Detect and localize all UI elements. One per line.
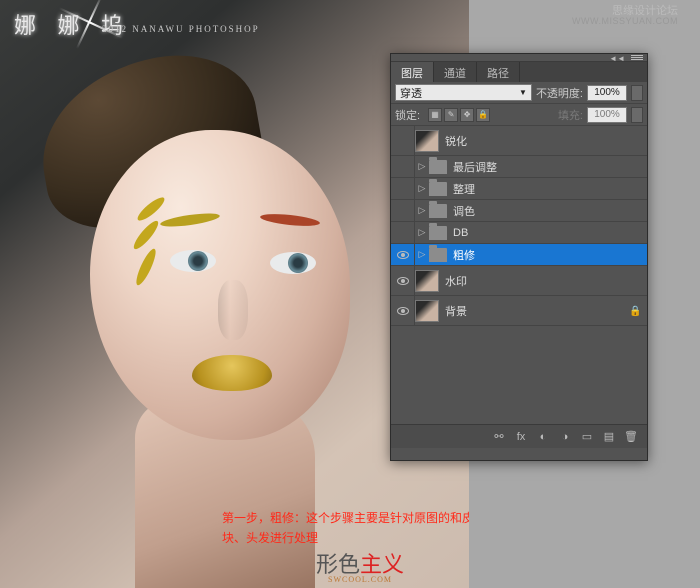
new-group-icon[interactable]: ▭ <box>579 430 595 444</box>
lock-label: 锁定: <box>395 107 420 123</box>
fill-label: 填充: <box>558 107 583 123</box>
panel-footer: ⚯ fx ◐ ◑ ▭ ▤ 🗑 <box>391 424 647 448</box>
forum-url: WWW.MISSYUAN.COM <box>572 16 678 26</box>
visibility-toggle[interactable] <box>391 266 415 295</box>
tab-channels[interactable]: 通道 <box>434 62 477 82</box>
eye-icon <box>397 277 409 285</box>
layer-name-label: DB <box>453 227 647 239</box>
panel-tabs: 图层 通道 路径 <box>391 62 647 82</box>
visibility-toggle[interactable] <box>391 296 415 325</box>
blend-mode-dropdown[interactable]: 穿透 ▼ <box>395 84 532 101</box>
layer-row[interactable]: ▷ 整理 <box>391 178 647 200</box>
layer-row[interactable]: ▷ 调色 <box>391 200 647 222</box>
layer-name-label: 整理 <box>453 181 647 197</box>
layer-row[interactable]: 锐化 <box>391 126 647 156</box>
lock-fill-row: 锁定: ▦ ✎ ✥ 🔒 填充: 100% <box>391 104 647 126</box>
lock-position-icon[interactable]: ✥ <box>460 108 474 122</box>
layers-panel: ◄◄ 图层 通道 路径 穿透 ▼ 不透明度: 100% 锁定: ▦ ✎ ✥ 🔒 … <box>390 53 648 461</box>
expand-arrow-icon[interactable]: ▷ <box>415 249 429 260</box>
opacity-slider-button[interactable] <box>631 85 643 101</box>
folder-icon <box>429 226 447 240</box>
expand-arrow-icon[interactable]: ▷ <box>415 227 429 238</box>
fill-input[interactable]: 100% <box>587 107 627 123</box>
expand-arrow-icon[interactable]: ▷ <box>415 205 429 216</box>
collapse-arrows-icon[interactable]: ◄◄ <box>609 54 625 63</box>
fill-slider-button[interactable] <box>631 107 643 123</box>
opacity-label: 不透明度: <box>536 85 583 101</box>
expand-arrow-icon[interactable]: ▷ <box>415 161 429 172</box>
layer-row[interactable]: 背景 🔒 <box>391 296 647 326</box>
watermark-subtitle: 2012 NANAWU PHOTOSHOP <box>102 24 260 34</box>
panel-menu-icon[interactable] <box>631 55 643 61</box>
bottom-logo: 形色主义 SWCOOL.COM <box>316 547 404 584</box>
layer-mask-icon[interactable]: ◐ <box>535 430 551 444</box>
layer-name-label: 最后调整 <box>453 159 647 175</box>
tutorial-caption: 第一步，粗修：这个步骤主要是针对原图的和皮肤上的斑块、头发进行处理 <box>222 508 469 549</box>
eye-icon <box>397 307 409 315</box>
visibility-toggle[interactable] <box>391 222 415 243</box>
lock-transparency-icon[interactable]: ▦ <box>428 108 442 122</box>
layer-row[interactable]: 水印 <box>391 266 647 296</box>
layer-thumbnail <box>415 130 439 152</box>
new-layer-icon[interactable]: ▤ <box>601 430 617 444</box>
lock-icon: 🔒 <box>629 306 639 316</box>
lock-pixels-icon[interactable]: ✎ <box>444 108 458 122</box>
chevron-down-icon: ▼ <box>519 88 527 97</box>
visibility-toggle[interactable] <box>391 200 415 221</box>
folder-icon <box>429 160 447 174</box>
layer-thumbnail <box>415 270 439 292</box>
layer-name-label: 背景 <box>445 303 629 319</box>
layer-style-icon[interactable]: fx <box>513 430 529 444</box>
layer-row[interactable]: ▷ DB <box>391 222 647 244</box>
layer-name-label: 水印 <box>445 273 647 289</box>
layer-row-selected[interactable]: ▷ 粗修 <box>391 244 647 266</box>
visibility-toggle[interactable] <box>391 178 415 199</box>
visibility-toggle[interactable] <box>391 126 415 155</box>
folder-icon <box>429 248 447 262</box>
panel-top-bar: ◄◄ <box>391 54 647 62</box>
blend-opacity-row: 穿透 ▼ 不透明度: 100% <box>391 82 647 104</box>
layer-name-label: 调色 <box>453 203 647 219</box>
opacity-input[interactable]: 100% <box>587 85 627 101</box>
layer-row[interactable]: ▷ 最后调整 <box>391 156 647 178</box>
folder-icon <box>429 182 447 196</box>
eye-icon <box>397 251 409 259</box>
layer-list: 锐化 ▷ 最后调整 ▷ 整理 ▷ 调色 ▷ DB ▷ <box>391 126 647 424</box>
layer-name-label: 粗修 <box>453 247 647 263</box>
link-layers-icon[interactable]: ⚯ <box>491 430 507 444</box>
blend-mode-value: 穿透 <box>400 85 422 101</box>
lock-all-icon[interactable]: 🔒 <box>476 108 490 122</box>
layer-thumbnail <box>415 300 439 322</box>
expand-arrow-icon[interactable]: ▷ <box>415 183 429 194</box>
visibility-toggle[interactable] <box>391 244 415 265</box>
folder-icon <box>429 204 447 218</box>
delete-layer-icon[interactable]: 🗑 <box>623 430 639 444</box>
tab-layers[interactable]: 图层 <box>391 62 434 82</box>
tab-paths[interactable]: 路径 <box>477 62 520 82</box>
adjustment-layer-icon[interactable]: ◑ <box>557 430 573 444</box>
visibility-toggle[interactable] <box>391 156 415 177</box>
layer-name-label: 锐化 <box>445 133 647 149</box>
